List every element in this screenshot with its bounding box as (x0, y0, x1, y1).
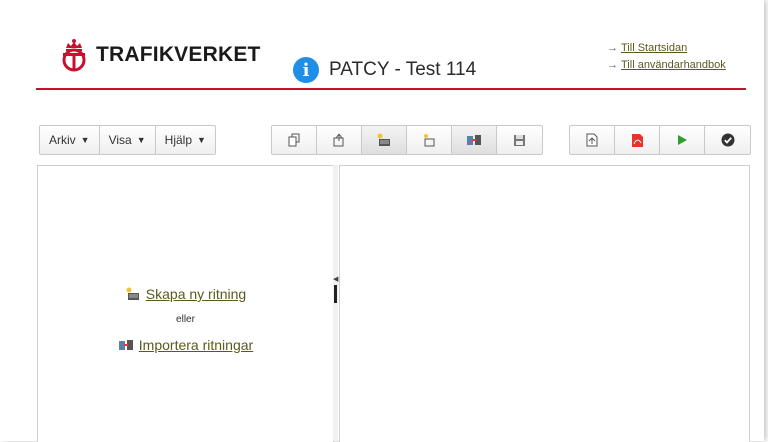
arrow-right-icon: → (607, 59, 618, 71)
new-drawing-icon (126, 287, 139, 300)
drawing-canvas-panel (339, 165, 750, 442)
app-title: PATCY - Test 114 (329, 59, 477, 80)
header-links: → Till Startsidan → Till användarhandbok (607, 40, 726, 74)
new-drawing-button[interactable] (362, 126, 407, 154)
check-icon (721, 133, 734, 147)
export-toolbar (569, 125, 751, 155)
import-drawings-icon (118, 340, 133, 350)
pdf-button[interactable] (615, 126, 660, 154)
import-drawings-button[interactable] (452, 126, 497, 154)
save-button[interactable] (497, 126, 542, 154)
create-drawing-row: Skapa ny ritning (37, 286, 334, 302)
document-icon (586, 133, 598, 147)
or-text: eller (176, 314, 195, 325)
run-button[interactable] (660, 126, 705, 154)
import-drawings-row: Importera ritningar (37, 337, 334, 353)
create-drawing-link[interactable]: Skapa ny ritning (146, 286, 246, 302)
import-drawings-icon (467, 135, 481, 145)
validate-button[interactable] (705, 126, 750, 154)
splitter-handle[interactable] (334, 285, 337, 303)
play-icon (678, 135, 687, 145)
pdf-icon (631, 133, 643, 147)
arrow-right-icon: → (607, 42, 618, 54)
document-button[interactable] (570, 126, 615, 154)
new-drawing-icon (377, 133, 390, 146)
new-sheet-icon (424, 134, 435, 147)
left-panel-content: Skapa ny ritning eller Importera ritning… (37, 0, 334, 441)
app-window: TRAFIKVERKET i PATCY - Test 114 → Till St… (0, 0, 764, 442)
new-sheet-button[interactable] (407, 126, 452, 154)
link-user-manual[interactable]: Till användarhandbok (621, 59, 726, 71)
import-drawings-link[interactable]: Importera ritningar (139, 337, 253, 353)
upload-icon (333, 133, 344, 147)
link-start-page[interactable]: Till Startsidan (621, 42, 687, 54)
save-icon (514, 134, 525, 146)
